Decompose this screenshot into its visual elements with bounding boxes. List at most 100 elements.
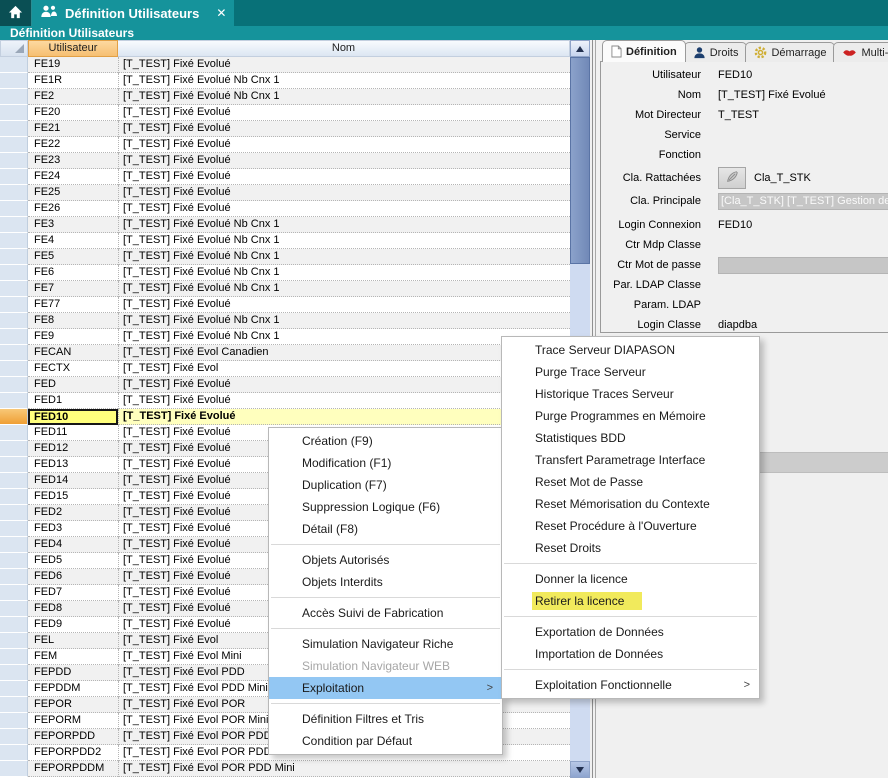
table-row[interactable]: FE20[T_TEST] Fixé Evolué [0, 105, 570, 121]
menu-item-exportation-de-donn-es[interactable]: Exportation de Données [502, 621, 759, 643]
table-row[interactable]: FE22[T_TEST] Fixé Evolué [0, 137, 570, 153]
menu-item-exploitation[interactable]: Exploitation> [269, 677, 502, 699]
menu-item-d-tail-f8-[interactable]: Détail (F8) [269, 518, 502, 540]
table-row[interactable]: FE19[T_TEST] Fixé Evolué [0, 57, 570, 73]
cell-utilisateur[interactable]: FED2 [28, 505, 118, 521]
row-gutter-cell[interactable] [0, 425, 28, 441]
menu-item-reset-mot-de-passe[interactable]: Reset Mot de Passe [502, 471, 759, 493]
cell-utilisateur[interactable]: FEM [28, 649, 118, 665]
row-gutter-cell[interactable] [0, 569, 28, 585]
cell-utilisateur[interactable]: FE19 [28, 57, 118, 73]
cell-utilisateur[interactable]: FE21 [28, 121, 118, 137]
tab-multi-lan[interactable]: Multi-Lan [833, 42, 888, 62]
cell-utilisateur[interactable]: FED13 [28, 457, 118, 473]
row-gutter-cell[interactable] [0, 169, 28, 185]
cell-utilisateur[interactable]: FEL [28, 633, 118, 649]
table-row[interactable]: FE1R[T_TEST] Fixé Evolué Nb Cnx 1 [0, 73, 570, 89]
row-gutter-cell[interactable] [0, 377, 28, 393]
field-value[interactable]: [T_TEST] Fixé Evolué [718, 89, 826, 101]
row-gutter-cell[interactable] [0, 329, 28, 345]
cell-nom[interactable]: [T_TEST] Fixé Evolué Nb Cnx 1 [118, 249, 570, 265]
row-gutter-cell[interactable] [0, 601, 28, 617]
cell-utilisateur[interactable]: FECAN [28, 345, 118, 361]
row-gutter-cell[interactable] [0, 265, 28, 281]
row-gutter-cell[interactable] [0, 57, 28, 73]
cell-nom[interactable]: [T_TEST] Fixé Evolué [118, 169, 570, 185]
cell-utilisateur[interactable]: FE7 [28, 281, 118, 297]
cell-utilisateur[interactable]: FED [28, 377, 118, 393]
row-gutter-cell[interactable] [0, 409, 28, 425]
scroll-up-button[interactable] [570, 40, 590, 57]
row-gutter-cell[interactable] [0, 553, 28, 569]
menu-item-d-finition-filtres-et-tris[interactable]: Définition Filtres et Tris [269, 708, 502, 730]
field-value[interactable]: FED10 [718, 69, 752, 81]
menu-item-duplication-f7-[interactable]: Duplication (F7) [269, 474, 502, 496]
row-gutter-cell[interactable] [0, 201, 28, 217]
home-tab[interactable] [0, 0, 32, 26]
cell-utilisateur[interactable]: FE24 [28, 169, 118, 185]
table-row[interactable]: FE2[T_TEST] Fixé Evolué Nb Cnx 1 [0, 89, 570, 105]
menu-item-exploitation-fonctionnelle[interactable]: Exploitation Fonctionnelle> [502, 674, 759, 696]
row-gutter-cell[interactable] [0, 473, 28, 489]
cell-utilisateur[interactable]: FED3 [28, 521, 118, 537]
row-gutter-cell[interactable] [0, 665, 28, 681]
menu-item-importation-de-donn-es[interactable]: Importation de Données [502, 643, 759, 665]
table-row[interactable]: FE4[T_TEST] Fixé Evolué Nb Cnx 1 [0, 233, 570, 249]
row-gutter-cell[interactable] [0, 249, 28, 265]
cell-utilisateur[interactable]: FED6 [28, 569, 118, 585]
menu-item-historique-traces-serveur[interactable]: Historique Traces Serveur [502, 383, 759, 405]
row-gutter-cell[interactable] [0, 89, 28, 105]
cell-nom[interactable]: [T_TEST] Fixé Evolué [118, 201, 570, 217]
cell-nom[interactable]: [T_TEST] Fixé Evolué Nb Cnx 1 [118, 217, 570, 233]
table-row[interactable]: FECTX[T_TEST] Fixé Evol [0, 361, 570, 377]
menu-item-purge-programmes-en-m-moire[interactable]: Purge Programmes en Mémoire [502, 405, 759, 427]
menu-item-condition-par-d-faut[interactable]: Condition par Défaut [269, 730, 502, 752]
table-row[interactable]: FE9[T_TEST] Fixé Evolué Nb Cnx 1 [0, 329, 570, 345]
row-gutter-cell[interactable] [0, 649, 28, 665]
tab-d-marrage[interactable]: Démarrage [745, 42, 835, 62]
row-gutter-cell[interactable] [0, 297, 28, 313]
cell-utilisateur[interactable]: FED14 [28, 473, 118, 489]
row-gutter-cell[interactable] [0, 585, 28, 601]
row-gutter-cell[interactable] [0, 761, 28, 777]
menu-item-reset-proc-dure-l-ouverture[interactable]: Reset Procédure à l'Ouverture [502, 515, 759, 537]
cell-utilisateur[interactable]: FE23 [28, 153, 118, 169]
table-row[interactable]: FE7[T_TEST] Fixé Evolué Nb Cnx 1 [0, 281, 570, 297]
row-gutter-cell[interactable] [0, 505, 28, 521]
row-gutter-cell[interactable] [0, 681, 28, 697]
row-gutter-cell[interactable] [0, 537, 28, 553]
menu-item-simulation-navigateur-riche[interactable]: Simulation Navigateur Riche [269, 633, 502, 655]
cell-utilisateur[interactable]: FEPDDM [28, 681, 118, 697]
row-gutter-cell[interactable] [0, 633, 28, 649]
class-picker-button[interactable] [718, 167, 746, 189]
menu-item-statistiques-bdd[interactable]: Statistiques BDD [502, 427, 759, 449]
table-row[interactable]: FED1[T_TEST] Fixé Evolué [0, 393, 570, 409]
row-gutter-cell[interactable] [0, 185, 28, 201]
column-header-utilisateur[interactable]: Utilisateur [28, 40, 118, 57]
table-row[interactable]: FECAN[T_TEST] Fixé Evol Canadien [0, 345, 570, 361]
table-row[interactable]: FE8[T_TEST] Fixé Evolué Nb Cnx 1 [0, 313, 570, 329]
menu-item-reset-droits[interactable]: Reset Droits [502, 537, 759, 559]
table-row[interactable]: FE6[T_TEST] Fixé Evolué Nb Cnx 1 [0, 265, 570, 281]
cell-nom[interactable]: [T_TEST] Fixé Evolué [118, 105, 570, 121]
cell-nom[interactable]: [T_TEST] Fixé Evolué Nb Cnx 1 [118, 233, 570, 249]
cell-nom[interactable]: [T_TEST] Fixé Evolué [118, 137, 570, 153]
row-gutter-cell[interactable] [0, 361, 28, 377]
row-gutter-cell[interactable] [0, 697, 28, 713]
cell-utilisateur[interactable]: FED4 [28, 537, 118, 553]
menu-item-cr-ation-f9-[interactable]: Création (F9) [269, 430, 502, 452]
cell-utilisateur[interactable]: FE20 [28, 105, 118, 121]
row-gutter-cell[interactable] [0, 457, 28, 473]
cell-nom[interactable]: [T_TEST] Fixé Evol POR PDD Mini [118, 761, 570, 777]
cell-utilisateur[interactable]: FECTX [28, 361, 118, 377]
cell-utilisateur[interactable]: FE9 [28, 329, 118, 345]
cell-utilisateur[interactable]: FED9 [28, 617, 118, 633]
cell-utilisateur[interactable]: FE2 [28, 89, 118, 105]
tab-definition-utilisateurs[interactable]: Définition Utilisateurs ✕ [32, 0, 234, 26]
table-row[interactable]: FE24[T_TEST] Fixé Evolué [0, 169, 570, 185]
table-row[interactable]: FE23[T_TEST] Fixé Evolué [0, 153, 570, 169]
table-row[interactable]: FE3[T_TEST] Fixé Evolué Nb Cnx 1 [0, 217, 570, 233]
row-gutter-cell[interactable] [0, 441, 28, 457]
cell-utilisateur[interactable]: FE25 [28, 185, 118, 201]
menu-item-modification-f1-[interactable]: Modification (F1) [269, 452, 502, 474]
